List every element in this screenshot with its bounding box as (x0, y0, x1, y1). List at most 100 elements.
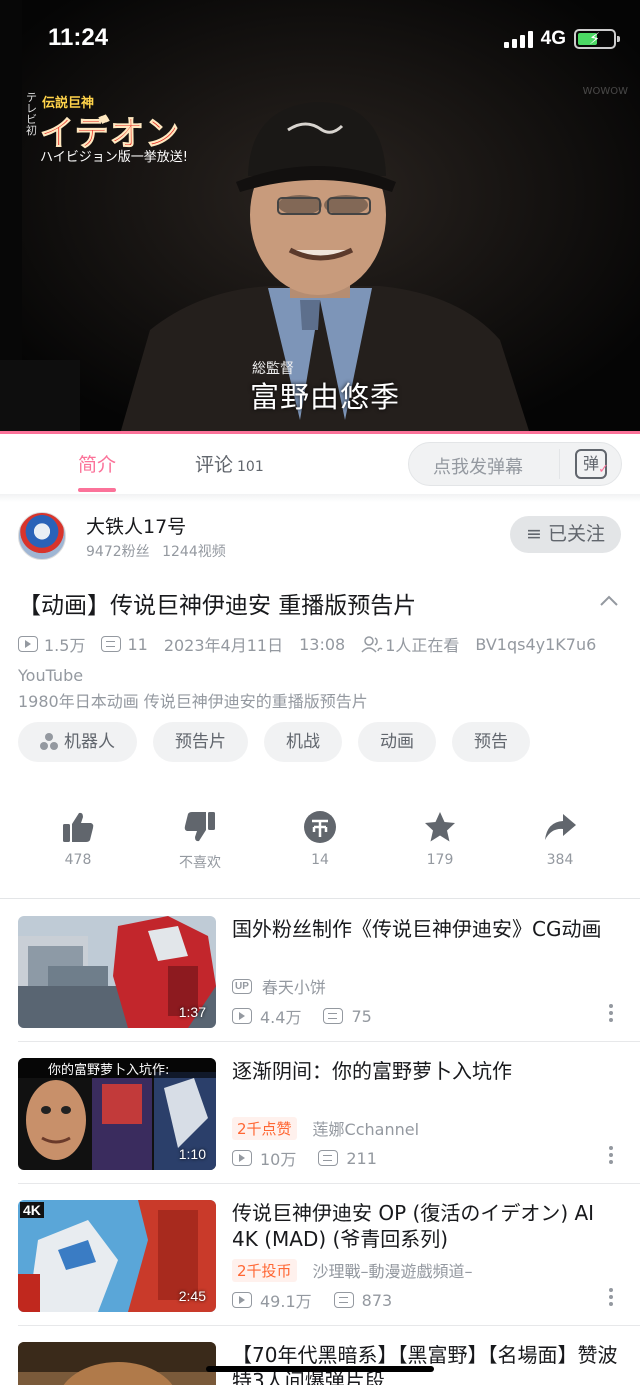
uploader-stats: 9472粉丝 1244视频 (86, 541, 226, 561)
views-icon (232, 1008, 252, 1024)
logo-sub-text: ハイビジョン版一挙放送! (40, 150, 188, 165)
tab-bar: 简介 评论 101 点我发弹幕 弹 ✓ (0, 434, 640, 494)
recommendation-title[interactable]: 传说巨神伊迪安 OP (復活のイデオン) AI 4K (MAD) (爷青回系列) (232, 1200, 624, 1252)
recommendation-author[interactable]: 2千投币 沙理戰–動漫遊戲頻道– (232, 1258, 473, 1282)
tab-shadow (0, 494, 640, 502)
views-icon (232, 1292, 252, 1308)
recommendation-thumbnail[interactable]: 4K 2:45 (18, 1200, 216, 1312)
watching-count: 1人正在看 (385, 636, 460, 655)
views-count: 10万 (260, 1150, 297, 1169)
star-icon (425, 812, 455, 842)
status-time: 11:24 (48, 24, 109, 51)
action-bar: 478 不喜欢 14 179 384 (0, 804, 640, 884)
favorite-button[interactable]: 179 (400, 810, 480, 868)
follow-button[interactable]: ≡ 已关注 (510, 516, 621, 553)
watching-icon (361, 636, 383, 653)
more-options-icon[interactable] (606, 1004, 616, 1026)
danmaku-count-icon (323, 1008, 344, 1024)
video-title: 【动画】传说巨神伊迪安 重播版预告片 (18, 593, 417, 619)
recommendation-author[interactable]: 2千点赞 莲娜Cchannel (232, 1116, 419, 1140)
views-icon (18, 636, 38, 652)
recommendation-thumbnail[interactable]: 你的富野萝卜入坑作: 1:10 (18, 1058, 216, 1170)
author-name: 莲娜Cchannel (312, 1120, 420, 1139)
share-button[interactable]: 384 (520, 810, 600, 868)
recommendation-thumbnail[interactable]: 1:37 (18, 916, 216, 1028)
more-options-icon[interactable] (606, 1288, 616, 1310)
recommendation-author[interactable]: UP 春天小饼 (232, 974, 326, 998)
tab-intro[interactable]: 简介 (78, 450, 116, 477)
like-icon (63, 812, 94, 842)
author-name: 春天小饼 (261, 978, 326, 997)
status-bar: 11:24 4G ⚡ (0, 0, 640, 80)
recommendation-item[interactable]: 1:37 国外粉丝制作《传说巨神伊迪安》CG动画 UP 春天小饼 4.4万 75 (0, 900, 640, 1042)
publish-date: 2023年4月11日 (163, 636, 284, 655)
thumbnail-4k-label: 4K (20, 1202, 44, 1218)
recommendation-stats: 49.1万 873 (232, 1288, 392, 1312)
home-indicator (206, 1366, 434, 1372)
like-count: 478 (64, 852, 92, 868)
logo-vertical-text: テレビ初 (26, 91, 37, 137)
video-duration: 2:45 (178, 1288, 206, 1304)
up-badge-icon: UP (232, 978, 252, 994)
share-icon (545, 814, 576, 840)
video-bvid: BV1qs4y1K7u6 (475, 634, 597, 654)
tag-item[interactable]: 机战 (264, 722, 342, 762)
thumbnail-image (18, 1342, 216, 1385)
dislike-button[interactable]: 不喜欢 (160, 810, 240, 872)
recommendation-item[interactable]: 【70年代黑暗系】【黑富野】【名場面】赞波特3人间爆弹片段 (0, 1326, 640, 1385)
video-duration: 1:37 (178, 1004, 206, 1020)
uploader-avatar[interactable] (18, 512, 66, 560)
hot-badge: 2千点赞 (232, 1116, 297, 1140)
video-duration: 1:10 (178, 1146, 206, 1162)
danmaku-divider (559, 449, 560, 479)
recommendation-item[interactable]: 4K 2:45 传说巨神伊迪安 OP (復活のイデオン) AI 4K (MAD)… (0, 1184, 640, 1326)
danmaku-placeholder: 点我发弹幕 (433, 457, 523, 478)
video-caption-name: 富野由悠季 (250, 380, 401, 414)
like-button[interactable]: 478 (38, 810, 118, 868)
coin-icon (304, 811, 336, 843)
video-source: YouTube (18, 666, 84, 685)
danmaku-toggle-icon[interactable]: 弹 ✓ (575, 449, 609, 479)
dislike-label: 不喜欢 (179, 855, 221, 871)
tag-item[interactable]: 预告 (452, 722, 530, 762)
tab-comments-label: 评论 (195, 454, 234, 476)
coin-count: 14 (311, 852, 329, 868)
tab-comments-count: 101 (237, 459, 264, 475)
section-divider (0, 898, 640, 899)
video-meta: 1.5万 11 2023年4月11日 13:08 1人正在看 BV1qs4y1K… (18, 632, 596, 656)
recommendation-stats: 4.4万 75 (232, 1004, 372, 1028)
danmaku-count: 873 (361, 1290, 393, 1310)
uploader-name[interactable]: 大铁人17号 (86, 512, 186, 539)
status-indicators: 4G ⚡ (503, 28, 620, 50)
recommendation-item[interactable]: 你的富野萝卜入坑作: 1:10 逐渐阴间：你的富野萝卜入坑作 2千点赞 莲娜Cc… (0, 1042, 640, 1184)
danmaku-input[interactable]: 点我发弹幕 弹 ✓ (408, 442, 622, 486)
share-count: 384 (546, 852, 574, 868)
hot-badge: 2千投币 (232, 1258, 297, 1282)
recommendation-title[interactable]: 【70年代黑暗系】【黑富野】【名場面】赞波特3人间爆弹片段 (232, 1342, 624, 1385)
views-icon (232, 1150, 252, 1166)
danmaku-count: 11 (127, 634, 148, 654)
recommendation-thumbnail[interactable] (18, 1342, 216, 1385)
network-type: 4G (540, 28, 566, 49)
tab-comments[interactable]: 评论 101 (195, 450, 264, 477)
recommendation-title[interactable]: 逐渐阴间：你的富野萝卜入坑作 (232, 1058, 624, 1084)
views-count: 1.5万 (44, 636, 86, 655)
coin-button[interactable]: 14 (280, 810, 360, 868)
recommendation-title[interactable]: 国外粉丝制作《传说巨神伊迪安》CG动画 (232, 916, 624, 942)
battery-icon: ⚡ (574, 29, 620, 49)
tag-item[interactable]: 预告片 (153, 722, 248, 762)
danmaku-count-icon (333, 1292, 354, 1308)
danmaku-count-icon (101, 636, 122, 652)
dislike-icon (184, 812, 215, 842)
channel-icon (40, 733, 58, 751)
chevron-up-icon[interactable] (598, 590, 620, 612)
signal-icon (503, 30, 533, 48)
video-player[interactable]: 11:24 4G ⚡ テレビ初 伝説巨神 イデオン ハイビジョン版一挙放送! W… (0, 0, 640, 434)
views-count: 4.4万 (260, 1008, 302, 1027)
tag-item[interactable]: 机器人 (18, 722, 137, 762)
recommendation-stats: 10万 211 (232, 1146, 377, 1170)
views-count: 49.1万 (260, 1292, 312, 1311)
tag-item[interactable]: 动画 (358, 722, 436, 762)
video-description: 1980年日本动画 传说巨神伊迪安的重播版预告片 (18, 692, 368, 711)
more-options-icon[interactable] (606, 1146, 616, 1168)
